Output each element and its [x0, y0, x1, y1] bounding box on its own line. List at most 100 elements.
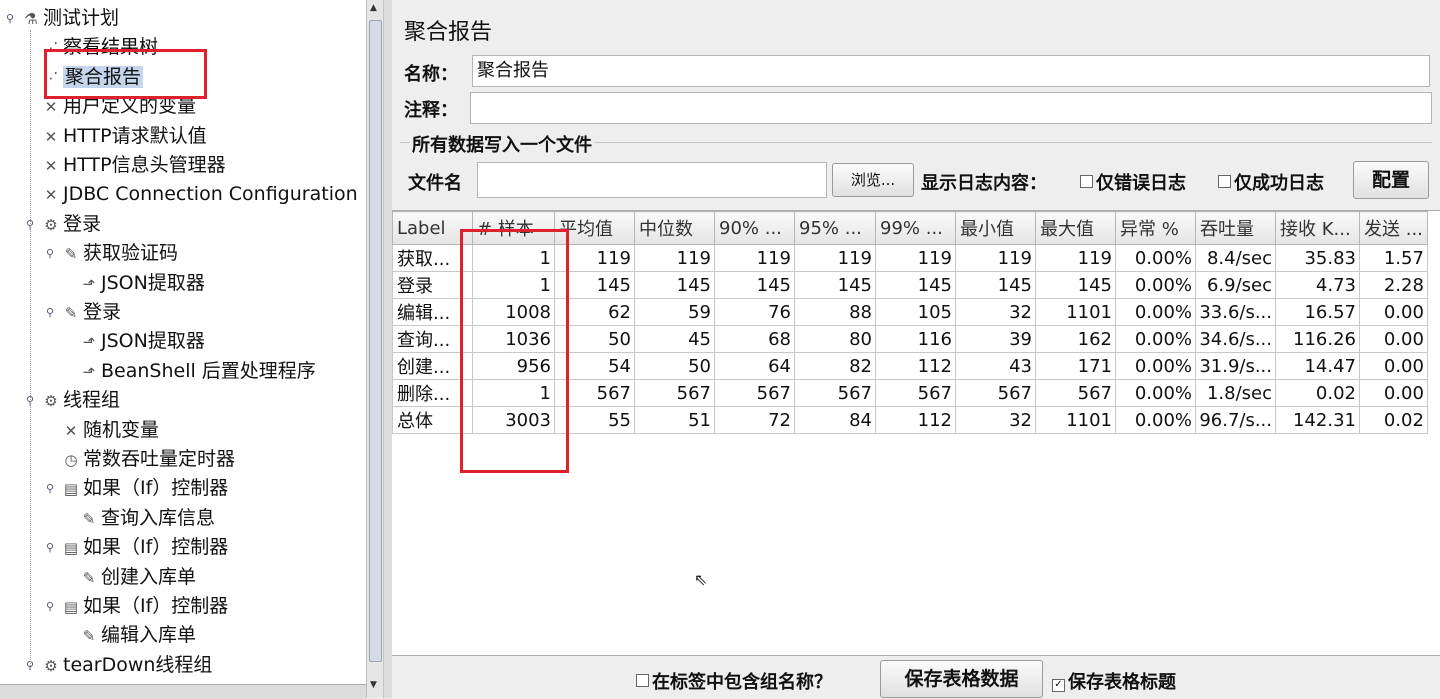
table-cell: 112 [875, 352, 956, 380]
extractor-icon: ⬏ [82, 362, 96, 381]
expand-toggle-icon[interactable]: ⚲ [46, 592, 54, 621]
tree-node[interactable]: ⚲ ✎ 登录 [46, 298, 121, 327]
table-cell: 0.00% [1115, 271, 1196, 299]
column-header[interactable]: 99% ... [875, 211, 956, 245]
column-header[interactable]: 最小值 [955, 211, 1036, 245]
tree-node[interactable]: ✕ 用户定义的变量 [42, 92, 196, 121]
name-label: 名称： [404, 64, 458, 85]
include-group-checkbox[interactable]: 在标签中包含组名称？ [636, 668, 832, 694]
tree-node[interactable]: ✕ 随机变量 [62, 416, 159, 445]
table-cell: 0.00% [1115, 406, 1196, 434]
column-header[interactable]: 中位数 [634, 211, 715, 245]
success-only-checkbox[interactable]: 仅成功日志 [1218, 169, 1324, 195]
filename-field[interactable] [477, 162, 827, 198]
tree-scroll-thumb[interactable] [369, 20, 382, 662]
checkbox-box[interactable] [1080, 175, 1093, 188]
table-row[interactable]: 登录 1 145 145 145 145 145 145 145 0.00% 6.9/sec 4.73… [392, 271, 1428, 299]
scroll-up-icon[interactable]: ▲ [370, 3, 377, 13]
table-cell: 16.57 [1275, 298, 1360, 326]
column-header[interactable]: 95% ... [794, 211, 876, 245]
column-header[interactable]: 90% ... [714, 211, 795, 245]
tree-node[interactable]: ⚲ ⚙ 线程组 [26, 386, 120, 415]
tree-node[interactable]: ⚲ ▤ 如果（If）控制器 [46, 592, 228, 621]
tree-node[interactable]: ⚲ ▤ 如果（If）控制器 [46, 533, 228, 562]
name-field[interactable]: 聚合报告 [472, 55, 1430, 87]
save-header-checkbox[interactable]: ✓ 保存表格标题 [1052, 668, 1176, 694]
table-cell: 1 [472, 379, 555, 407]
table-cell: 62 [554, 298, 635, 326]
table-cell: 查询... [392, 325, 473, 353]
table-row[interactable]: 总体 3003 55 51 72 84 112 32 1101 0.00% 96.7/s... 142… [392, 406, 1428, 434]
column-header[interactable]: 接收 K... [1275, 211, 1360, 245]
column-header[interactable]: 最大值 [1035, 211, 1116, 245]
controller-icon: ▤ [63, 480, 79, 499]
table-cell: 112 [875, 406, 956, 434]
expand-toggle-icon[interactable]: ⚲ [46, 239, 54, 268]
column-header[interactable]: 平均值 [554, 211, 635, 245]
tree-node-label: BeanShell 后置处理程序 [101, 359, 316, 382]
tree-node[interactable]: ⚲ ⚗ 测试计划 [6, 4, 120, 33]
tree-node[interactable]: ⚲ ⚙ tearDown线程组 [26, 651, 212, 680]
tree-node[interactable]: ⬏ JSON提取器 [80, 269, 205, 298]
tree-node[interactable]: ⚲ ⚙ 登录 [26, 210, 101, 239]
column-header[interactable]: # 样本 [472, 211, 555, 245]
comment-field[interactable] [470, 92, 1432, 124]
table-cell: 55 [554, 406, 635, 434]
checkbox-box[interactable] [636, 674, 649, 687]
tree-node[interactable]: ◷ 常数吞吐量定时器 [62, 445, 235, 474]
table-row[interactable]: 创建... 956 54 50 64 82 112 43 171 0.00% 31.9/s... 14… [392, 352, 1428, 380]
tree-scrollbar[interactable]: ▲ ▼ [366, 0, 383, 698]
expand-toggle-icon[interactable]: ⚲ [46, 298, 54, 327]
table-cell: 119 [1035, 244, 1116, 272]
tree-node[interactable]: ⚲ ▤ 如果（If）控制器 [46, 474, 228, 503]
table-cell: 119 [714, 244, 795, 272]
table-cell: 567 [875, 379, 956, 407]
table-cell: 51 [634, 406, 715, 434]
tree-node[interactable]: ✕ JDBC Connection Configuration [42, 180, 358, 209]
configure-button[interactable]: 配置 [1353, 161, 1429, 199]
tree-node-label: 测试计划 [43, 7, 120, 29]
tree-node[interactable]: ⬏ JSON提取器 [80, 327, 205, 356]
tree-node[interactable]: ✕ HTTP请求默认值 [42, 122, 207, 151]
errors-only-checkbox[interactable]: 仅错误日志 [1080, 169, 1186, 195]
tree-footer [0, 684, 366, 699]
expand-toggle-icon[interactable]: ⚲ [6, 4, 14, 33]
tree-node[interactable]: ✕ HTTP信息头管理器 [42, 151, 226, 180]
file-group-title: 所有数据写入一个文件 [410, 131, 594, 157]
column-header[interactable]: 发送 ... [1359, 211, 1428, 245]
tree-node[interactable]: ⚲ ✎ 获取验证码 [46, 239, 178, 268]
gear-icon: ⚙ [44, 656, 58, 675]
tree-node[interactable]: ⋰ 察看结果树 [42, 33, 159, 62]
tree-node[interactable]: ✎ 查询入库信息 [80, 504, 215, 533]
checkbox-box[interactable]: ✓ [1052, 679, 1065, 692]
browse-button[interactable]: 浏览... [832, 163, 914, 197]
errors-only-label: 仅错误日志 [1096, 173, 1186, 194]
listener-icon: ⋰ [43, 39, 59, 58]
tree-node[interactable]: ✎ 创建入库单 [80, 563, 196, 592]
table-cell: 145 [634, 271, 715, 299]
table-row[interactable]: 查询... 1036 50 45 68 80 116 39 162 0.00% 34.6/s... 1… [392, 325, 1428, 353]
table-row[interactable]: 删除... 1 567 567 567 567 567 567 567 0.00% 1.8/sec 0… [392, 379, 1428, 407]
table-cell: 567 [634, 379, 715, 407]
bottom-toolbar: 在标签中包含组名称？ 保存表格数据 ✓ 保存表格标题 [392, 655, 1440, 699]
checkbox-box[interactable] [1218, 175, 1231, 188]
wrench-icon: ✕ [44, 127, 58, 146]
scroll-down-icon[interactable]: ▼ [370, 680, 377, 690]
test-plan-tree[interactable]: ⚲ ⚗ 测试计划 ⋰ 察看结果树 ⋰ 聚合报告 ✕ 用户定义的变量 ✕ HTTP请求默认值 ✕ HTTP… [0, 0, 366, 698]
pencil-icon: ✎ [82, 627, 96, 646]
expand-toggle-icon[interactable]: ⚲ [46, 533, 54, 562]
tree-node[interactable]: ✎ 编辑入库单 [80, 621, 196, 650]
table-row[interactable]: 编辑... 1008 62 59 76 88 105 32 1101 0.00% 33.6/s...… [392, 298, 1428, 326]
column-header[interactable]: Label [392, 211, 473, 245]
table-row[interactable]: 获取... 1 119 119 119 119 119 119 119 0.00% 8.4/sec 3… [392, 244, 1428, 272]
save-table-button[interactable]: 保存表格数据 [880, 660, 1043, 698]
results-table[interactable]: Label # 样本 平均值 中位数 90% ... 95% ... 99% ... 最小值最… [392, 210, 1440, 656]
column-header[interactable]: 异常 % [1115, 211, 1196, 245]
tree-node[interactable]: ⬏ BeanShell 后置处理程序 [80, 357, 316, 386]
expand-toggle-icon[interactable]: ⚲ [46, 474, 54, 503]
tree-node[interactable]: ⋰ 聚合报告 [42, 63, 144, 92]
table-cell: 105 [875, 298, 956, 326]
tree-node-label: 查询入库信息 [101, 506, 216, 529]
column-header[interactable]: 吞吐量 [1195, 211, 1276, 245]
table-cell: 35.83 [1275, 244, 1360, 272]
